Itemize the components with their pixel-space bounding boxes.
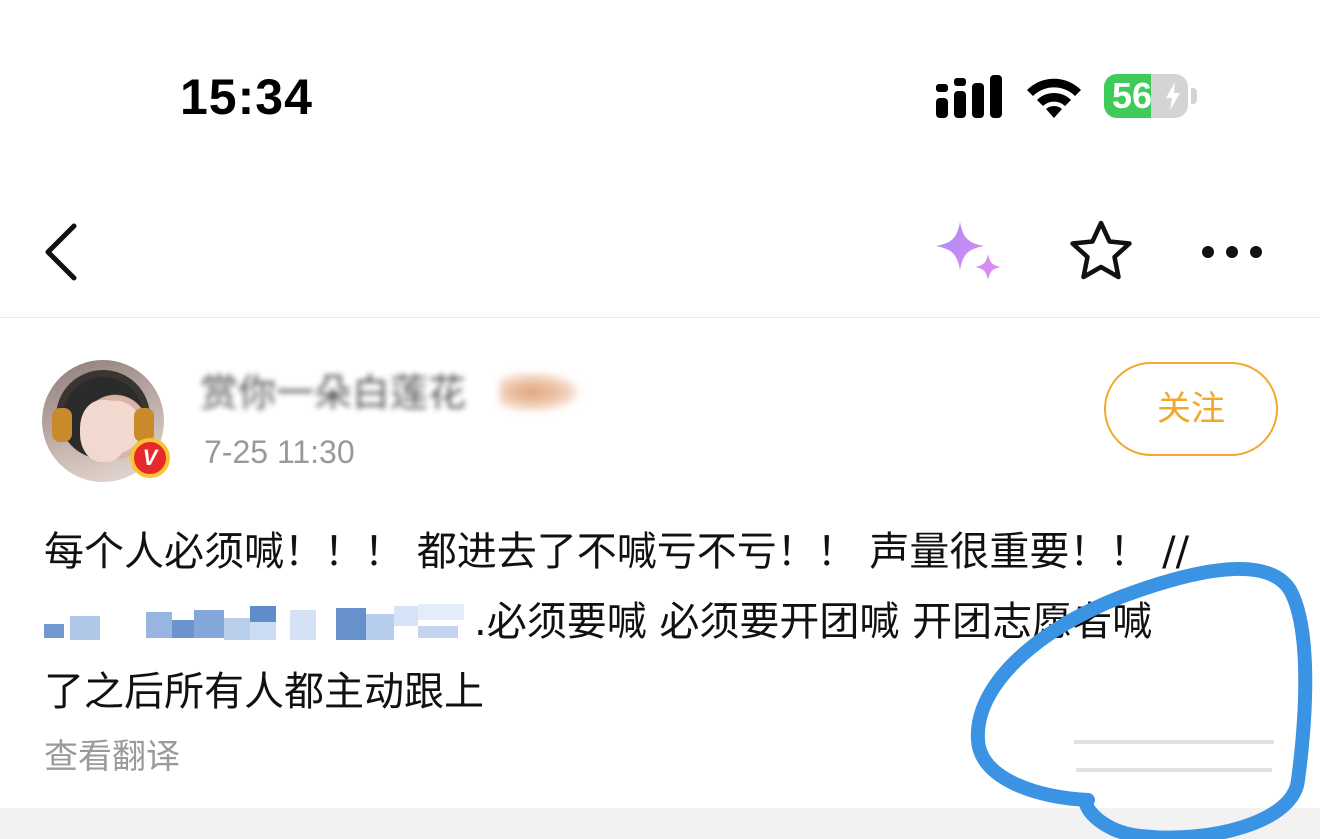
username-blur-mark	[500, 372, 582, 412]
username[interactable]: 赏你一朵白莲花	[200, 368, 466, 418]
view-translation-link[interactable]: 查看翻译	[44, 734, 180, 780]
nav-divider	[0, 317, 1320, 318]
sparkle-icon[interactable]	[930, 218, 1010, 288]
battery-charging-icon: 56	[1104, 74, 1188, 118]
status-time: 15:34	[180, 69, 313, 125]
follow-button[interactable]: 关注	[1104, 362, 1278, 456]
redacted-mention	[44, 600, 474, 648]
wifi-icon	[1027, 78, 1081, 118]
post-timestamp: 7-25 11:30	[204, 434, 355, 470]
bolt-icon	[1166, 82, 1180, 110]
battery-cap	[1191, 88, 1197, 104]
star-outline-icon[interactable]	[1066, 218, 1136, 284]
annotation-circle	[970, 562, 1313, 839]
avatar-earcup-right	[134, 408, 154, 442]
cellular-signal-icon	[936, 75, 1002, 118]
mosaic-pixels	[44, 604, 464, 640]
more-horizontal-icon[interactable]	[1196, 230, 1268, 274]
battery-percent: 56	[1112, 75, 1153, 116]
verified-badge: V	[130, 438, 170, 478]
post-content-line-3: 了之后所有人都主动跟上	[44, 669, 484, 715]
avatar-face	[80, 400, 128, 462]
chevron-left-icon[interactable]	[36, 220, 96, 284]
avatar-earcup-left	[52, 408, 72, 442]
